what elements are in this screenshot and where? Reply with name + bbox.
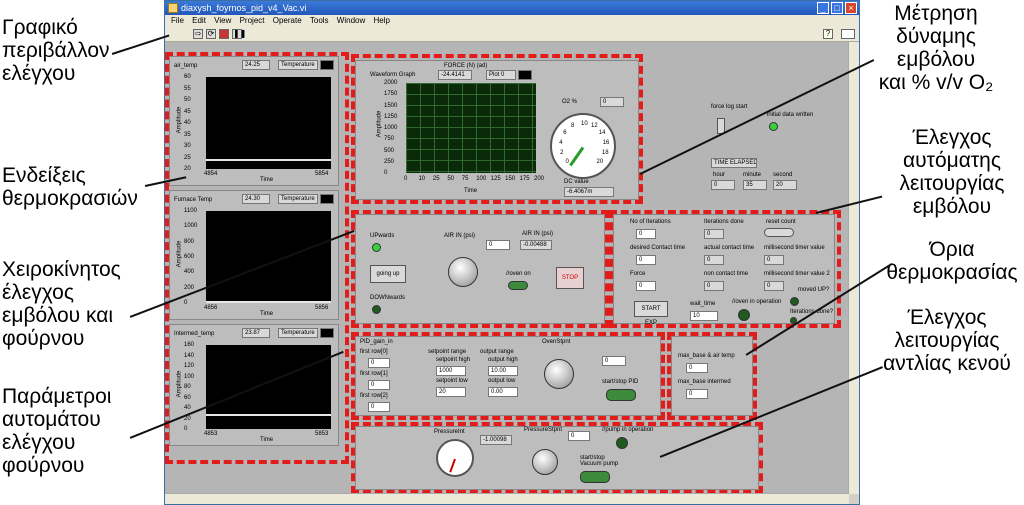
run-continuously-icon[interactable]: ⟳ — [206, 29, 216, 39]
annotation-auto-piston: Έλεγχος αυτόματης λειτουργίας εμβόλου — [882, 126, 1022, 218]
leader-line-gui — [111, 34, 170, 55]
annotation-line: και % v/v O₂ — [878, 71, 994, 94]
annotation-line: λειτουργίας — [899, 172, 1005, 195]
annotation-line: Χειροκίνητος — [2, 258, 121, 281]
frame-vacuum — [351, 422, 763, 494]
annotation-line: φούρνου — [2, 327, 85, 350]
labview-window: diaxysh_foyrnos_pid_v4_Vac.vi _ □ × File… — [164, 0, 860, 505]
annotation-temp-indicators: Ενδείξεις θερμοκρασιών — [2, 164, 138, 210]
help-icon[interactable]: ? — [823, 29, 833, 39]
frame-manual — [351, 210, 609, 328]
annotation-line: Έλεγχος — [907, 306, 987, 329]
time-elapsed-title: TIME ELAPSED — [711, 158, 757, 168]
minute-label: minute — [743, 172, 762, 178]
window-title: diaxysh_foyrnos_pid_v4_Vac.vi — [181, 3, 307, 13]
second-label: second — [773, 172, 793, 178]
minimize-icon[interactable]: _ — [817, 2, 829, 14]
menu-help[interactable]: Help — [373, 15, 389, 27]
frame-pid — [351, 332, 665, 420]
annotation-line: ελέγχου — [2, 62, 76, 85]
minute-value: 35 — [743, 180, 767, 190]
run-arrow-icon[interactable]: ⇨ — [193, 29, 203, 39]
frame-force — [351, 54, 643, 204]
maximize-icon[interactable]: □ — [831, 2, 843, 14]
second-value: 20 — [773, 180, 797, 190]
annotation-auto-params: Παράμετροι αυτομάτου ελέγχου φούρνου — [2, 385, 111, 477]
frame-auto-piston — [609, 210, 841, 328]
annotation-line: αντλίας κενού — [883, 352, 1011, 375]
annotation-line: φούρνου — [2, 454, 85, 477]
hour-label: hour — [713, 172, 726, 178]
menu-file[interactable]: File — [171, 15, 184, 27]
annotation-line: περιβάλλον — [2, 39, 110, 62]
annotation-line: εμβόλου και — [2, 304, 114, 327]
hour-value: 0 — [711, 180, 735, 190]
force-log-label: force log start — [711, 104, 748, 110]
vertical-scrollbar[interactable] — [848, 42, 859, 494]
menu-bar: File Edit View Project Operate Tools Win… — [165, 15, 859, 27]
annotation-line: Έλεγχος — [912, 126, 992, 149]
pause-icon[interactable]: ❚❚ — [232, 29, 246, 39]
annotation-line: λειτουργίας — [894, 329, 1000, 352]
menu-view[interactable]: View — [214, 15, 231, 27]
annotation-line: αυτόματης — [903, 149, 1001, 172]
initial-data-led — [769, 122, 778, 131]
annotation-force-measure: Μέτρηση δύναμης εμβόλου και % v/v O₂ — [856, 2, 1016, 94]
window-titlebar: diaxysh_foyrnos_pid_v4_Vac.vi _ □ × — [165, 1, 859, 15]
front-panel: air_temp 24.25 Temperature Amplitude 60 5… — [165, 42, 849, 494]
menu-operate[interactable]: Operate — [273, 15, 302, 27]
menu-window[interactable]: Window — [337, 15, 365, 27]
annotation-vacuum: Έλεγχος λειτουργίας αντλίας κενού — [872, 306, 1022, 375]
initial-data-label: initial data written — [767, 112, 814, 118]
annotation-line: Μέτρηση — [894, 2, 978, 25]
vi-connector-icon — [841, 29, 855, 39]
vi-icon — [168, 3, 178, 13]
abort-icon[interactable] — [219, 29, 229, 39]
menu-edit[interactable]: Edit — [192, 15, 206, 27]
annotation-line: αυτομάτου — [2, 408, 101, 431]
horizontal-scrollbar[interactable] — [165, 493, 849, 504]
annotation-gui: Γραφικό περιβάλλον ελέγχου — [2, 16, 110, 85]
close-icon[interactable]: × — [845, 2, 857, 14]
annotation-line: εμβόλου — [912, 195, 992, 218]
menu-tools[interactable]: Tools — [310, 15, 329, 27]
annotation-line: θερμοκρασίας — [886, 261, 1018, 284]
annotation-line: έλεγχος — [2, 281, 74, 304]
annotation-line: θερμοκρασιών — [2, 187, 138, 210]
annotation-line: Ενδείξεις — [2, 164, 86, 187]
toolbar: ⇨ ⟳ ❚❚ ? — [165, 27, 859, 42]
annotation-line: Όρια — [929, 238, 975, 261]
frame-temperatures — [165, 52, 349, 464]
annotation-line: Γραφικό — [2, 16, 78, 39]
menu-project[interactable]: Project — [240, 15, 265, 27]
annotation-line: ελέγχου — [2, 431, 76, 454]
annotation-line: δύναμης — [896, 25, 976, 48]
annotation-manual-control: Χειροκίνητος έλεγχος εμβόλου και φούρνου — [2, 258, 121, 350]
frame-limits — [667, 332, 757, 420]
annotation-temp-limits: Όρια θερμοκρασίας — [882, 238, 1022, 284]
annotation-line: εμβόλου — [896, 48, 976, 71]
annotation-line: Παράμετροι — [2, 385, 112, 408]
